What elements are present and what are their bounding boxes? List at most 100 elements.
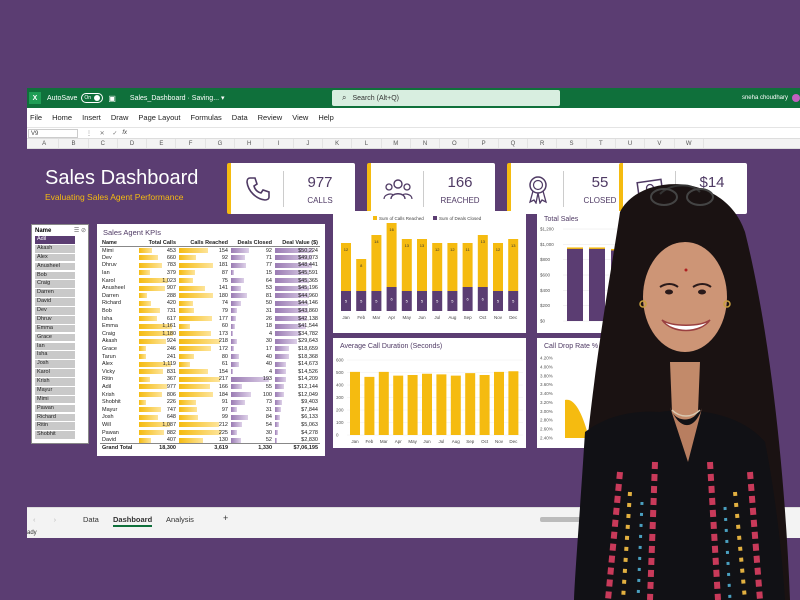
column-header[interactable]: G — [206, 139, 236, 148]
tab-data[interactable]: Data — [83, 515, 99, 524]
slicer-item[interactable]: Pawan — [35, 404, 75, 413]
slicer-item[interactable]: Bob — [35, 271, 75, 280]
tab-nav-arrows[interactable]: ‹ › — [33, 515, 64, 524]
table-cell-name: Mayur — [100, 406, 138, 414]
add-sheet-button[interactable]: + — [223, 513, 228, 523]
column-header[interactable]: J — [294, 139, 323, 148]
column-header[interactable]: O — [440, 139, 470, 148]
x-tick-label: May — [408, 439, 417, 444]
slicer-item[interactable]: Dhruv — [35, 315, 75, 324]
slicer-item[interactable]: Anusheel — [35, 262, 75, 271]
legend-swatch — [433, 216, 437, 220]
tab-analysis[interactable]: Analysis — [166, 515, 194, 524]
table-cell-calls: 907 — [138, 284, 178, 292]
cell-value: 15 — [265, 270, 272, 277]
table-cell-calls: 367 — [138, 376, 178, 384]
table-cell-value: $6,133 — [274, 414, 320, 422]
kpi-table-header[interactable]: Name — [100, 239, 138, 247]
slicer-item[interactable]: Mimi — [35, 395, 75, 404]
cell-value: $2,830 — [301, 436, 318, 443]
slicer-item[interactable]: Josh — [35, 360, 75, 368]
cell-value: 92 — [265, 247, 272, 254]
slicer-item[interactable]: Alex — [35, 253, 75, 262]
slicer-item[interactable]: Dev — [35, 307, 75, 315]
table-cell-calls: 747 — [138, 406, 178, 414]
column-header[interactable]: F — [176, 139, 206, 148]
data-bar-closed — [231, 429, 237, 435]
data-bar-reached — [179, 399, 197, 405]
cell-value: $43,860 — [298, 308, 318, 315]
column-header[interactable]: D — [118, 139, 148, 148]
file-name[interactable]: Sales_Dashboard · Saving... ▾ — [130, 94, 225, 102]
column-header[interactable]: P — [469, 139, 499, 148]
slicer-item[interactable]: Adil — [35, 236, 75, 244]
x-tick-label: Oct — [479, 315, 487, 320]
data-bar-value — [275, 414, 280, 420]
table-row: Mimi 453 154 92 $50,224 — [100, 247, 320, 255]
column-header[interactable]: V — [645, 139, 675, 148]
menu-formulas[interactable]: Formulas — [191, 113, 222, 122]
menu-data[interactable]: Data — [232, 113, 248, 122]
menu-file[interactable]: File — [30, 113, 42, 122]
slicer-item[interactable]: Ian — [35, 342, 75, 351]
column-header[interactable]: Q — [499, 139, 529, 148]
search-box[interactable]: ⌕ Search (Alt+Q) — [332, 90, 560, 106]
slicer-item[interactable]: David — [35, 298, 75, 306]
slicer-item[interactable]: Karol — [35, 369, 75, 377]
tab-dashboard[interactable]: Dashboard — [113, 515, 153, 527]
save-icon[interactable]: ▣ — [108, 94, 116, 103]
column-header[interactable]: E — [147, 139, 177, 148]
column-header[interactable]: I — [264, 139, 294, 148]
kpi-table-header[interactable]: Deals Closed — [230, 239, 274, 247]
column-header[interactable]: R — [528, 139, 558, 148]
column-header[interactable]: M — [382, 139, 411, 148]
slicer-item[interactable]: Shobhit — [35, 431, 75, 439]
slicer-filter-icons[interactable]: ☰ ⊘ — [74, 227, 86, 234]
table-cell-calls: 1,023 — [138, 277, 178, 285]
column-header[interactable]: L — [352, 139, 382, 148]
cell-value: 79 — [221, 308, 228, 315]
table-cell-reached: 75 — [178, 277, 230, 285]
cell-value: 71 — [265, 254, 272, 261]
column-header[interactable]: S — [557, 139, 587, 148]
slicer-item[interactable]: Grace — [35, 333, 75, 342]
column-header[interactable]: C — [89, 139, 118, 148]
slicer-item[interactable]: Krish — [35, 378, 75, 386]
data-bar-reached — [179, 376, 220, 382]
column-header[interactable]: W — [675, 139, 704, 148]
column-header[interactable]: H — [235, 139, 265, 148]
column-header[interactable]: K — [323, 139, 353, 148]
menu-insert[interactable]: Insert — [82, 113, 101, 122]
avatar[interactable] — [792, 94, 800, 102]
menu-view[interactable]: View — [292, 113, 308, 122]
menu-home[interactable]: Home — [52, 113, 72, 122]
slicer-item[interactable]: Craig — [35, 280, 75, 289]
slicer-item[interactable]: Isha — [35, 351, 75, 360]
kpi-table-header[interactable]: Total Calls — [138, 239, 178, 247]
column-header[interactable]: N — [411, 139, 441, 148]
data-label: 12 — [496, 247, 501, 252]
name-box[interactable]: V9 — [28, 128, 78, 138]
slicer-item[interactable]: Darren — [35, 289, 75, 297]
column-header[interactable]: T — [587, 139, 616, 148]
kpi-table-header[interactable]: Deal Value ($) — [274, 239, 320, 247]
column-header[interactable]: B — [59, 139, 89, 148]
menu-draw[interactable]: Draw — [111, 113, 129, 122]
slicer-item[interactable]: Richard — [35, 413, 75, 422]
data-bar-calls — [139, 437, 151, 443]
menu-help[interactable]: Help — [318, 113, 333, 122]
menu-page-layout[interactable]: Page Layout — [138, 113, 180, 122]
autosave-toggle[interactable]: On — [81, 93, 104, 103]
cell-value: $44,146 — [298, 300, 318, 307]
slicer-item[interactable]: Mayur — [35, 386, 75, 395]
slicer-item[interactable]: Emma — [35, 324, 75, 333]
menu-review[interactable]: Review — [258, 113, 283, 122]
column-header[interactable]: U — [616, 139, 646, 148]
cell-value: Krish — [102, 391, 115, 398]
fx-icon[interactable]: fx — [122, 130, 127, 136]
slicer-item[interactable]: Akash — [35, 244, 75, 253]
kpi-table-header[interactable]: Calls Reached — [178, 239, 230, 247]
column-header[interactable]: A — [30, 139, 60, 148]
slicer-item[interactable]: Ritin — [35, 422, 75, 431]
table-cell-reached: 173 — [178, 330, 230, 338]
